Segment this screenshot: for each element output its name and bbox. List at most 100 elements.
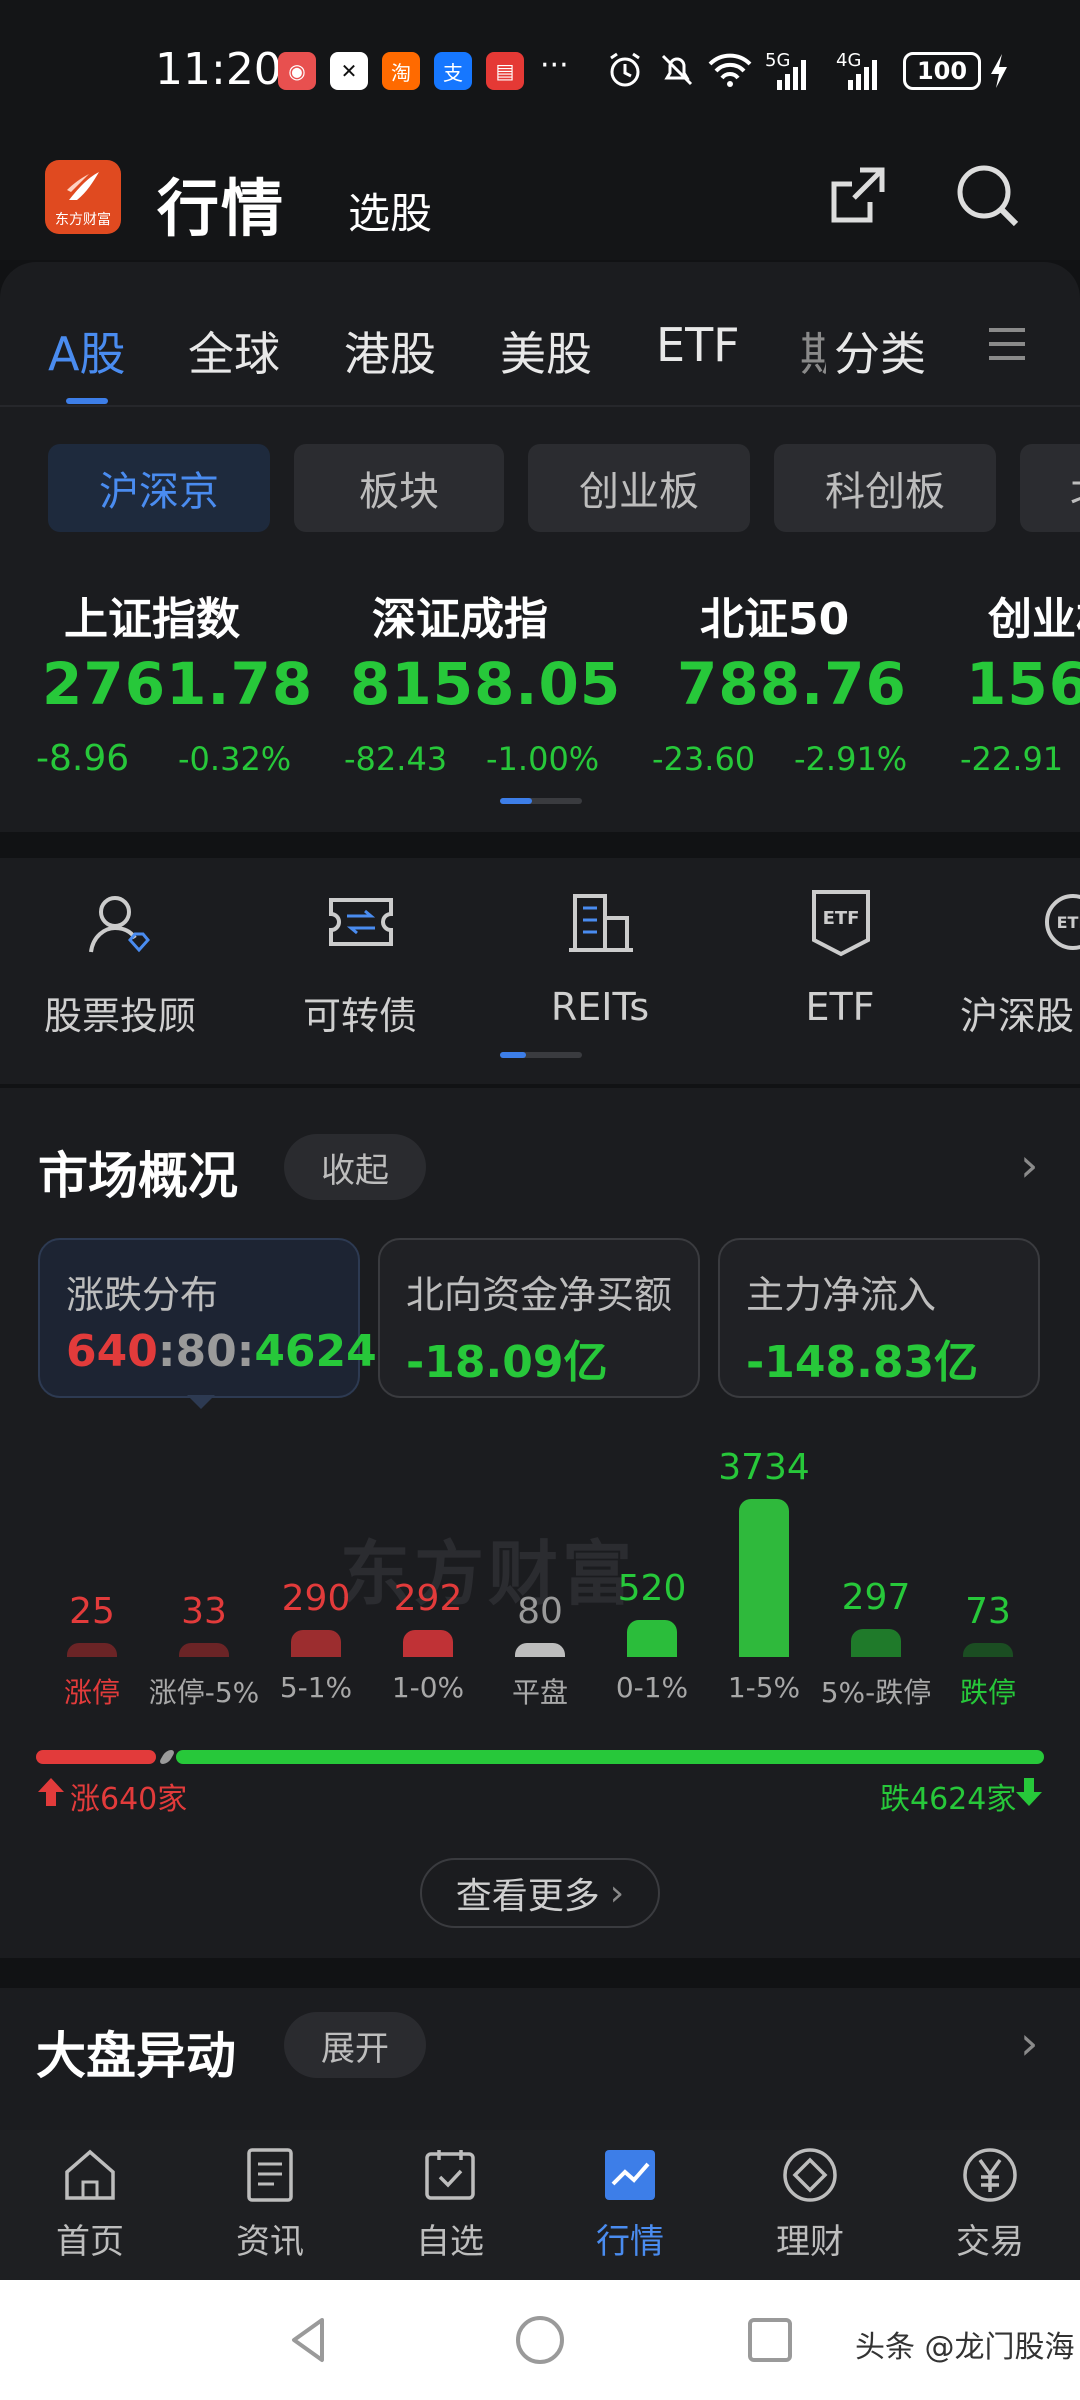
wealth-icon <box>783 2148 837 2202</box>
nav-label: 交易 <box>956 2222 1024 2262</box>
chart-bar <box>291 1630 341 1657</box>
market-abnormal-title: 大盘异动 <box>36 2027 236 2085</box>
chip-hushenjing[interactable]: 沪深京 <box>48 444 270 532</box>
nav-news[interactable]: 资讯 <box>180 2144 360 2263</box>
nav-home[interactable]: 首页 <box>0 2144 180 2263</box>
recents-icon[interactable] <box>742 2312 798 2368</box>
chevron-right-icon[interactable]: › <box>1020 1138 1038 1192</box>
index-pct: -1.00% <box>486 740 600 778</box>
chart-value-label: 73 <box>965 1591 1011 1632</box>
ratio-sep: : <box>236 1326 255 1377</box>
chart-bar <box>67 1643 117 1657</box>
tab-a-shares[interactable]: A股 <box>48 318 125 384</box>
chart-value-label: 3734 <box>718 1447 810 1488</box>
active-stat-pointer <box>187 1395 215 1409</box>
index-value: 788.76 <box>677 650 907 718</box>
stat-main-inflow[interactable]: 主力净流入 -148.83亿 <box>718 1238 1040 1398</box>
tab-futures[interactable]: 期 <box>800 318 826 384</box>
quick-etf-label: ETF <box>805 985 875 1029</box>
logo-text: 东方财富 <box>55 212 111 228</box>
index-card-sz[interactable]: 深证成指 8158.05 -82.43 -1.00% <box>344 575 620 778</box>
watchlist-icon <box>425 2150 475 2200</box>
down-summary: 跌4624家 <box>880 1782 1017 1817</box>
distribution-chart[interactable]: 25 涨停 33 涨停-5% 290 5-1% 292 1-0% 80 平盘 520 0-1% 3734… <box>0 1420 1080 1720</box>
app-logo[interactable]: 东方财富 <box>45 160 121 234</box>
expand-button[interactable]: 展开 <box>284 2012 426 2078</box>
stat-label: 北向资金净买额 <box>406 1273 673 1317</box>
tab-global[interactable]: 全球 <box>188 318 280 384</box>
charging-icon <box>991 54 1007 88</box>
nav-watchlist[interactable]: 自选 <box>360 2144 540 2263</box>
chip-sectors[interactable]: 板块 <box>294 444 504 532</box>
nav-wealth[interactable]: 理财 <box>720 2144 900 2263</box>
chart-value-label: 33 <box>181 1591 227 1632</box>
stat-up-down-distribution[interactable]: 涨跌分布 640:80:4624 <box>38 1238 377 1398</box>
index-value: 8158.05 <box>350 650 622 718</box>
chart-value-label: 292 <box>393 1578 463 1619</box>
chevron-right-icon[interactable]: › <box>1020 2016 1038 2070</box>
ratio-sep: : <box>157 1326 176 1377</box>
taobao-icon: 淘 <box>382 52 420 90</box>
tab-hk[interactable]: 港股 <box>344 318 436 384</box>
chart-bar <box>515 1643 565 1657</box>
chip-chinext[interactable]: 创业板 <box>528 444 750 532</box>
convertible-bond-icon <box>329 898 393 946</box>
tab-category[interactable]: 分类 <box>834 318 926 384</box>
chart-category-label: 平盘 <box>511 1676 568 1709</box>
qr-app-icon: ✕ <box>330 52 368 90</box>
mute-bell-icon <box>661 54 693 86</box>
menu-icon[interactable] <box>985 322 1029 366</box>
flat-count: 80 <box>175 1326 237 1377</box>
svg-text:ETF: ETF <box>1057 913 1080 932</box>
page-title: 行情 <box>157 172 286 245</box>
chart-value-label: 297 <box>841 1577 911 1618</box>
stat-label: 主力净流入 <box>746 1273 937 1317</box>
svg-text:ETF: ETF <box>823 908 860 929</box>
advisor-icon <box>89 896 150 953</box>
home-circle-icon[interactable] <box>512 2312 568 2368</box>
nav-label: 自选 <box>416 2222 484 2262</box>
stat-value: -18.09亿 <box>406 1337 608 1388</box>
chart-bar <box>179 1643 229 1657</box>
index-card-cyb[interactable]: 创业板指 1566 -22.91 <box>960 575 1080 775</box>
quick-hs-stock-label: 沪深股 <box>960 994 1075 1038</box>
reits-icon <box>569 894 633 952</box>
nav-market[interactable]: 行情 <box>540 2144 720 2263</box>
nav-trade[interactable]: 交易 <box>900 2144 1080 2263</box>
index-value: 1566 <box>966 650 1080 718</box>
index-card-sh[interactable]: 上证指数 2761.78 -8.96 -0.32% <box>36 575 312 779</box>
coupon-app-icon: ▤ <box>486 52 524 90</box>
chart-bar <box>627 1620 677 1657</box>
stat-northbound[interactable]: 北向资金净买额 -18.09亿 <box>378 1238 700 1398</box>
tab-us[interactable]: 美股 <box>500 318 592 384</box>
search-icon[interactable] <box>950 158 1026 234</box>
stat-value: -148.83亿 <box>746 1337 979 1388</box>
chip-star[interactable]: 科创板 <box>774 444 996 532</box>
chart-value-label: 80 <box>517 1591 563 1632</box>
tab-indicator <box>66 398 108 404</box>
chart-bar <box>851 1629 901 1657</box>
stock-picker-link[interactable]: 选股 <box>348 180 432 241</box>
tab-etf[interactable]: ETF <box>656 318 740 372</box>
stat-label: 涨跌分布 <box>66 1273 219 1317</box>
back-icon[interactable] <box>282 2312 338 2368</box>
index-card-bz50[interactable]: 北证50 788.76 -23.60 -2.91% <box>652 575 907 778</box>
up-summary: 涨640家 <box>70 1782 188 1817</box>
nav-label: 理财 <box>776 2222 844 2262</box>
chip-bse[interactable]: 北 <box>1020 444 1080 532</box>
nav-label: 行情 <box>596 2222 664 2262</box>
view-more-button[interactable]: 查看更多 › <box>420 1858 660 1928</box>
collapse-button[interactable]: 收起 <box>284 1134 426 1200</box>
chart-bar <box>739 1499 789 1657</box>
index-change: -82.43 <box>344 740 448 778</box>
index-change: -8.96 <box>36 738 130 779</box>
view-more-label: 查看更多 <box>455 1876 600 1917</box>
arrow-up-icon <box>38 1778 64 1806</box>
status-time: 11:20 <box>155 44 282 95</box>
chart-bar <box>963 1643 1013 1657</box>
wifi-icon <box>708 53 752 87</box>
share-icon[interactable] <box>820 158 896 234</box>
home-icon <box>65 2149 115 2200</box>
market-icon <box>605 2150 655 2200</box>
more-notifications: ··· <box>540 48 569 83</box>
